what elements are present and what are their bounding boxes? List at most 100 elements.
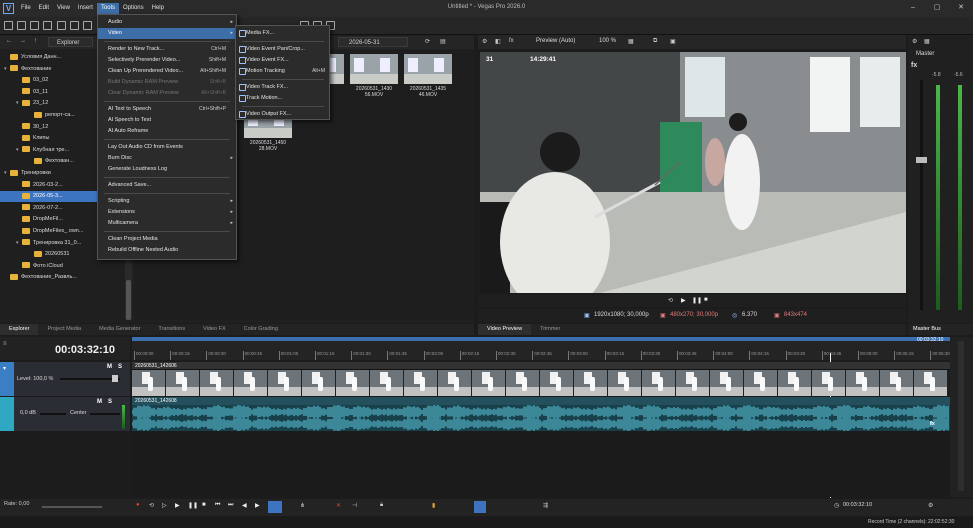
tools-menu-item[interactable]: Build Dynamic RAM Preview Shift+B bbox=[98, 77, 236, 88]
go-to-start-icon[interactable]: ⏮ bbox=[215, 502, 220, 509]
tools-menu-item[interactable]: Lay Out Audio CD from Events bbox=[98, 142, 236, 153]
video-track-solo-button[interactable]: S bbox=[118, 364, 122, 370]
audio-track-mute-button[interactable]: M bbox=[97, 399, 102, 405]
tab-project-media[interactable]: Project Media bbox=[38, 324, 90, 335]
preview-stop-icon[interactable]: ■ bbox=[704, 297, 708, 303]
tools-menu-item[interactable]: Multicamera ▸ bbox=[98, 218, 236, 229]
tools-menu-item[interactable]: Burn Disc ▸ bbox=[98, 153, 236, 164]
audio-track-solo-button[interactable]: S bbox=[108, 399, 112, 405]
back-arrow-icon[interactable]: ← bbox=[6, 38, 12, 44]
normal-edit-tool-icon[interactable] bbox=[268, 501, 282, 513]
tree-item[interactable]: Фото iCloud bbox=[0, 261, 125, 272]
audio-track-lane[interactable]: 20260531_142608 fx bbox=[132, 397, 950, 431]
tools-menu-item[interactable]: Clear Dynamic RAM Preview Alt+Shift+B bbox=[98, 88, 236, 99]
tools-menu-item[interactable]: Extensions ▸ bbox=[98, 207, 236, 218]
video-track-lane[interactable]: 20260531_142606 fx bbox=[132, 362, 950, 396]
master-fader-handle[interactable] bbox=[916, 157, 927, 163]
tab-trimmer[interactable]: Trimmer bbox=[531, 324, 569, 335]
tab-video-preview[interactable]: Video Preview bbox=[478, 324, 532, 335]
redo-icon[interactable] bbox=[83, 21, 92, 30]
snapping-icon[interactable] bbox=[474, 501, 486, 513]
video-submenu-item[interactable]: Video Event FX... bbox=[236, 55, 329, 66]
go-to-end-icon[interactable]: ⏭ bbox=[228, 502, 233, 509]
close-icon[interactable]: ✕ bbox=[955, 3, 967, 13]
preview-pause-icon[interactable]: ❚❚ bbox=[692, 297, 702, 304]
open-project-icon[interactable] bbox=[17, 21, 26, 30]
tree-item[interactable]: Фехтование_Развль... bbox=[0, 272, 125, 283]
record-icon[interactable]: ● bbox=[136, 502, 140, 508]
audio-event-fx-icon[interactable]: fx bbox=[930, 421, 935, 427]
tab-master-bus[interactable]: Master Bus bbox=[908, 324, 973, 335]
forward-arrow-icon[interactable]: → bbox=[20, 38, 26, 44]
video-track-mute-button[interactable]: M bbox=[107, 364, 112, 370]
trim-icon[interactable]: ⊣ bbox=[352, 502, 357, 509]
timeline-settings-icon[interactable]: ⚙ bbox=[928, 502, 933, 509]
tools-menu-item[interactable]: Selectively Prerender Video... Shift+M bbox=[98, 55, 236, 66]
tab-color-grading[interactable]: Color Grading bbox=[235, 324, 287, 335]
render-icon[interactable] bbox=[43, 21, 52, 30]
tools-menu-item[interactable]: AI Text to Speech Ctrl+Shift+P bbox=[98, 104, 236, 115]
prev-frame-icon[interactable]: ◀ bbox=[242, 502, 247, 509]
undo-icon[interactable] bbox=[70, 21, 79, 30]
loop-region-bar[interactable] bbox=[132, 337, 950, 341]
video-submenu-item[interactable]: Video Output FX... bbox=[236, 109, 329, 120]
video-submenu-item[interactable]: Video Track FX... bbox=[236, 82, 329, 93]
video-event-thumbnails[interactable] bbox=[132, 370, 950, 396]
audio-volume-slider[interactable] bbox=[40, 413, 66, 415]
media-file-thumbnail[interactable] bbox=[350, 54, 398, 84]
loop-icon[interactable]: ⟲ bbox=[668, 297, 673, 304]
tab-video-fx[interactable]: Video FX bbox=[194, 324, 235, 335]
master-menu-icon[interactable]: ▦ bbox=[924, 38, 930, 45]
tools-menu-item[interactable]: Clean Project Media bbox=[98, 234, 236, 245]
audio-pan-slider[interactable] bbox=[90, 413, 120, 415]
overlay-icon[interactable]: ▦ bbox=[628, 38, 634, 45]
views-icon[interactable]: ▤ bbox=[440, 38, 446, 45]
master-fader-track[interactable] bbox=[920, 80, 923, 310]
audio-event-titlebar[interactable] bbox=[132, 397, 950, 405]
split-screen-icon[interactable]: ◧ bbox=[495, 38, 501, 45]
settings-gear-icon[interactable] bbox=[57, 21, 66, 30]
tools-menu-item[interactable]: AI Speech to Text bbox=[98, 115, 236, 126]
maximize-icon[interactable]: ▢ bbox=[931, 3, 943, 13]
video-submenu-item[interactable]: Motion Tracking Alt+M bbox=[236, 66, 329, 77]
split-icon[interactable]: ⋔ bbox=[300, 502, 305, 509]
timeline-ruler[interactable]: 00:03:32:10 00:00:00 00:00:15 00:00:30 00:0… bbox=[132, 337, 950, 360]
pause-icon[interactable]: ❚❚ bbox=[188, 502, 198, 509]
save-snapshot-icon[interactable]: ▣ bbox=[670, 38, 676, 45]
fx-icon[interactable]: fx bbox=[509, 38, 514, 44]
track-list-expand-icon[interactable]: ≡ bbox=[3, 341, 7, 347]
folder-path-dropdown[interactable]: 2026-05-31 bbox=[338, 37, 408, 47]
stop-icon[interactable]: ■ bbox=[202, 502, 206, 508]
video-track-collapse-icon[interactable]: ▾ bbox=[3, 365, 6, 372]
tools-menu-item[interactable]: Render to New Track... Ctrl+M bbox=[98, 44, 236, 55]
delete-icon[interactable]: ✕ bbox=[336, 502, 341, 509]
copy-snapshot-icon[interactable]: ⧉ bbox=[653, 38, 657, 45]
master-settings-gear-icon[interactable]: ⚙ bbox=[912, 38, 917, 45]
preview-quality-dropdown[interactable]: Preview (Auto) bbox=[536, 38, 575, 44]
video-submenu-item[interactable]: Track Motion... bbox=[236, 93, 329, 104]
tools-menu-item[interactable]: Audio ▸ bbox=[98, 17, 236, 28]
loop-playback-icon[interactable]: ⟲ bbox=[149, 502, 154, 509]
video-event-titlebar[interactable] bbox=[132, 362, 950, 370]
lock-icon[interactable]: 🔒︎ bbox=[380, 502, 383, 509]
video-event-fx-icon[interactable]: fx bbox=[930, 387, 935, 393]
play-icon[interactable]: ▶ bbox=[175, 502, 180, 509]
up-folder-icon[interactable]: ↑ bbox=[34, 38, 37, 44]
master-fx-icon[interactable]: fx bbox=[911, 62, 917, 69]
tab-transitions[interactable]: Transitions bbox=[149, 324, 194, 335]
video-level-slider-handle[interactable] bbox=[112, 375, 118, 382]
vertical-scrollbar[interactable] bbox=[958, 341, 964, 491]
timeline-timecode[interactable]: 00:03:32:10 bbox=[55, 344, 115, 356]
scrollbar-thumb[interactable] bbox=[126, 280, 131, 320]
auto-ripple-icon[interactable]: ⇶ bbox=[543, 502, 548, 509]
video-level-slider[interactable] bbox=[60, 378, 120, 380]
video-submenu-item[interactable]: Media FX... bbox=[236, 28, 329, 39]
tab-explorer[interactable]: Explorer bbox=[0, 324, 39, 335]
minimize-icon[interactable]: – bbox=[907, 3, 919, 13]
tab-media-generator[interactable]: Media Generator bbox=[90, 324, 149, 335]
timeline-vertical-zoom[interactable] bbox=[950, 337, 973, 497]
tools-menu-item[interactable]: Video ▸ bbox=[98, 28, 236, 39]
video-preview-frame[interactable]: 31 14:29:41 bbox=[480, 52, 906, 293]
refresh-icon[interactable]: ⟳ bbox=[425, 38, 430, 45]
tools-menu-item[interactable]: Clean Up Prerendered Video... Alt+Shift+M bbox=[98, 66, 236, 77]
